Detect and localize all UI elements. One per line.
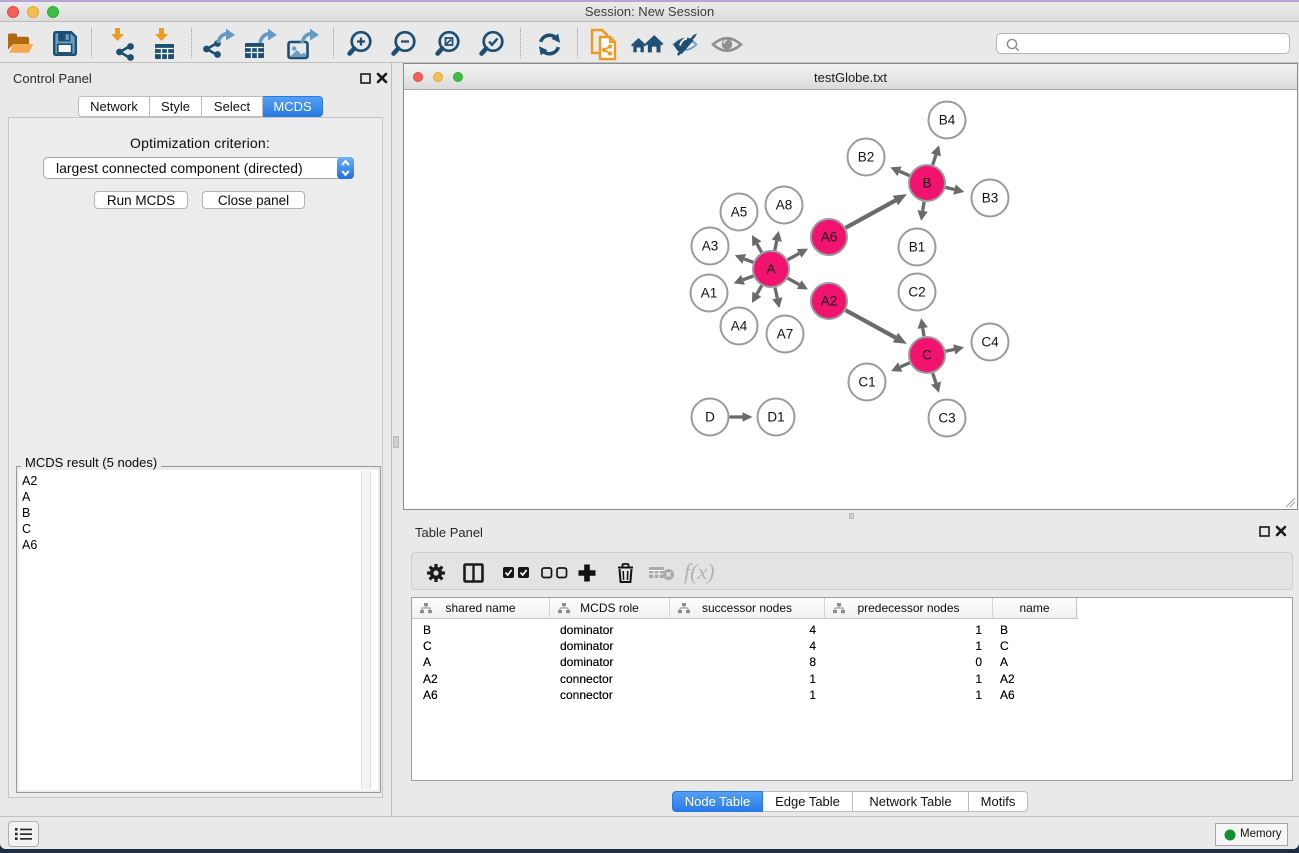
svg-text:A4: A4 <box>731 319 748 334</box>
svg-text:A1: A1 <box>701 286 718 301</box>
svg-text:C4: C4 <box>981 335 999 350</box>
svg-text:B4: B4 <box>939 113 956 128</box>
svg-text:A2: A2 <box>821 294 838 309</box>
svg-text:A5: A5 <box>731 205 748 220</box>
svg-text:A6: A6 <box>821 230 838 245</box>
svg-text:C: C <box>922 348 932 363</box>
svg-text:B1: B1 <box>909 240 926 255</box>
svg-text:A7: A7 <box>777 327 794 342</box>
svg-text:B3: B3 <box>982 191 999 206</box>
svg-text:D: D <box>705 410 715 425</box>
svg-text:A8: A8 <box>776 198 793 213</box>
svg-text:B2: B2 <box>858 150 875 165</box>
svg-text:C3: C3 <box>938 411 955 426</box>
svg-text:B: B <box>922 176 931 191</box>
svg-text:C1: C1 <box>858 375 875 390</box>
svg-text:C2: C2 <box>908 285 925 300</box>
svg-text:A3: A3 <box>702 239 719 254</box>
svg-text:A: A <box>766 262 775 277</box>
svg-text:D1: D1 <box>767 410 784 425</box>
